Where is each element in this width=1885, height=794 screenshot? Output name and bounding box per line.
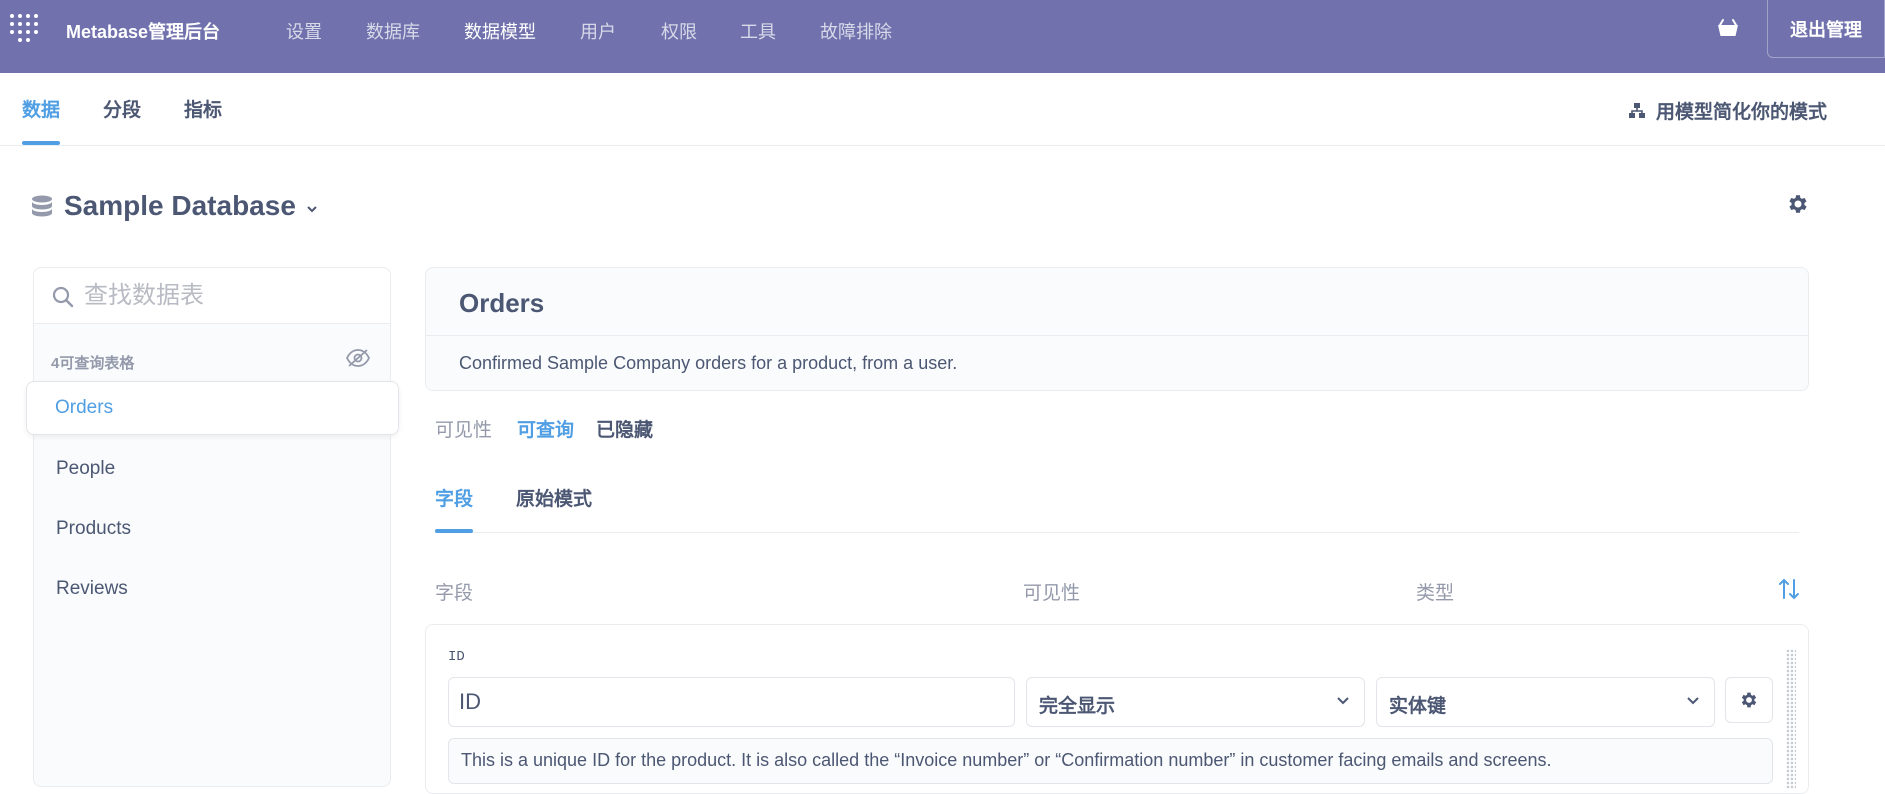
nav-databases[interactable]: 数据库	[366, 18, 420, 44]
simplify-schema-link[interactable]: 用模型简化你的模式	[1628, 97, 1827, 124]
database-name: Sample Database	[64, 190, 296, 221]
data-model-subnav: 数据 分段 指标 用模型简化你的模式	[0, 73, 1885, 146]
search-input[interactable]	[84, 278, 374, 314]
database-picker[interactable]: Sample Database	[30, 190, 318, 222]
table-metadata-card: Orders Confirmed Sample Company orders f…	[425, 267, 1809, 391]
table-sidebar: 4可查询表格 People Products Reviews	[33, 267, 391, 787]
chevron-down-icon	[307, 206, 317, 213]
table-list-item-people[interactable]: People	[56, 458, 115, 480]
model-icon	[1629, 102, 1645, 118]
field-semantic-type-value: 实体键	[1389, 696, 1447, 717]
card-divider	[426, 335, 1808, 336]
nav-people[interactable]: 用户	[580, 18, 616, 44]
nav-troubleshooting[interactable]: 故障排除	[820, 18, 892, 44]
tab-original-schema[interactable]: 原始模式	[516, 484, 592, 511]
field-settings-button[interactable]	[1725, 677, 1773, 723]
field-semantic-type-select[interactable]: 实体键	[1376, 677, 1715, 727]
field-description-input[interactable]: This is a unique ID for the product. It …	[448, 738, 1773, 784]
tab-columns[interactable]: 字段	[435, 484, 473, 511]
visibility-hidden-option[interactable]: 已隐藏	[596, 415, 653, 442]
exit-admin-button[interactable]: 退出管理	[1767, 0, 1885, 58]
field-display-name-input[interactable]: ID	[448, 677, 1015, 727]
field-raw-name: ID	[448, 649, 465, 665]
nav-tools[interactable]: 工具	[740, 18, 776, 44]
drag-handle[interactable]	[1786, 649, 1796, 789]
simplify-label: 用模型简化你的模式	[1656, 102, 1828, 123]
active-tab-indicator	[22, 141, 60, 145]
nav-data-model[interactable]: 数据模型	[464, 18, 536, 44]
top-nav-bar: Metabase管理后台 设置 数据库 数据模型 用户 权限 工具 故障排除 退…	[0, 0, 1885, 73]
visibility-label: 可见性	[435, 420, 493, 441]
hide-all-eye-off-icon[interactable]	[346, 348, 370, 368]
field-row: ID ID 完全显示 实体键 This is a unique ID for t…	[425, 624, 1809, 794]
table-list-item-orders[interactable]: Orders	[26, 381, 399, 435]
tab-segments[interactable]: 分段	[103, 95, 141, 122]
tab-metrics[interactable]: 指标	[184, 95, 222, 122]
database-icon	[32, 195, 52, 217]
field-visibility-select[interactable]: 完全显示	[1026, 677, 1365, 727]
nav-permissions[interactable]: 权限	[661, 18, 697, 44]
column-header-field: 字段	[435, 583, 474, 604]
column-header-visibility: 可见性	[1023, 583, 1081, 604]
tab-data[interactable]: 数据	[22, 95, 60, 122]
table-list-item-reviews[interactable]: Reviews	[56, 578, 128, 600]
column-header-type: 类型	[1416, 583, 1455, 604]
active-field-tab-indicator	[435, 529, 473, 533]
chevron-down-icon	[1687, 697, 1699, 705]
table-search	[34, 268, 390, 324]
queryable-table-count: 4可查询表格	[51, 355, 135, 372]
metabase-logo-icon[interactable]	[10, 12, 46, 48]
visibility-queryable-option[interactable]: 可查询	[517, 415, 574, 442]
table-description[interactable]: Confirmed Sample Company orders for a pr…	[459, 353, 957, 374]
sort-arrows-icon[interactable]	[1778, 577, 1800, 601]
nav-settings[interactable]: 设置	[286, 18, 322, 44]
store-basket-icon[interactable]	[1716, 16, 1740, 40]
gear-icon[interactable]	[1786, 192, 1810, 216]
table-list-item-products[interactable]: Products	[56, 518, 131, 540]
field-visibility-value: 完全显示	[1039, 696, 1116, 717]
chevron-down-icon	[1337, 697, 1349, 705]
tabs-divider	[435, 532, 1799, 533]
search-icon	[52, 286, 74, 308]
table-display-name[interactable]: Orders	[459, 288, 544, 319]
gear-icon	[1741, 692, 1757, 708]
admin-brand-title: Metabase管理后台	[66, 22, 221, 42]
